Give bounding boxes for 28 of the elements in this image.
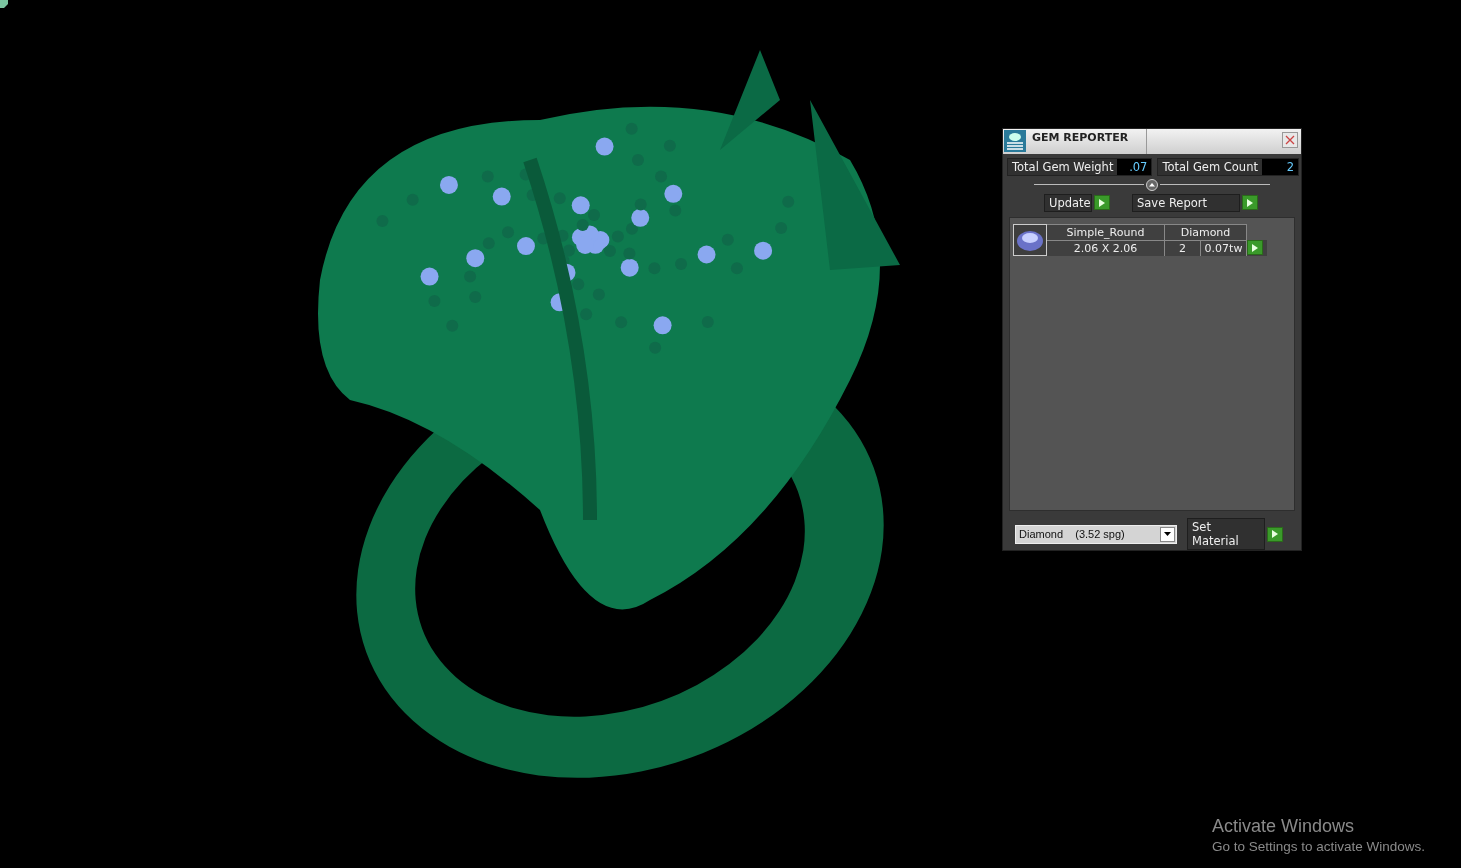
play-icon xyxy=(1247,198,1253,207)
play-icon xyxy=(1099,198,1105,207)
window-title: GEM REPORTER xyxy=(1030,129,1147,154)
run-button[interactable] xyxy=(1242,195,1258,211)
caret-icon xyxy=(1164,532,1171,536)
total-label: Total Gem Count xyxy=(1158,158,1262,175)
total-value: 2 xyxy=(1261,158,1298,175)
set-material-button[interactable]: Set Material xyxy=(1187,518,1265,550)
close-button[interactable] xyxy=(1282,132,1298,148)
app-icon xyxy=(1004,130,1026,152)
action-button[interactable]: Update xyxy=(1044,193,1092,212)
gem-shape-cell: Simple_Round xyxy=(1047,223,1165,240)
gem-thumbnail[interactable] xyxy=(1013,223,1047,256)
run-button[interactable] xyxy=(1267,526,1283,542)
total-value: .07 xyxy=(1117,158,1152,175)
activation-title: Activate Windows xyxy=(1212,816,1356,837)
run-button[interactable] xyxy=(1247,240,1263,256)
corner-marker-icon xyxy=(0,0,8,8)
play-icon xyxy=(1252,243,1258,252)
gem-material-cell: Diamond xyxy=(1165,223,1247,240)
total-label: Total Gem Weight xyxy=(1008,158,1118,175)
collapse-handle-icon[interactable] xyxy=(1146,178,1158,191)
play-icon xyxy=(1272,530,1278,538)
material-dropdown[interactable]: Diamond (3.52 spg) xyxy=(1015,524,1177,544)
activation-message: Go to Settings to activate Windows. xyxy=(1212,839,1426,854)
close-icon xyxy=(1285,135,1295,145)
run-button[interactable] xyxy=(1094,195,1110,211)
action-button[interactable]: Save Report xyxy=(1132,193,1240,212)
